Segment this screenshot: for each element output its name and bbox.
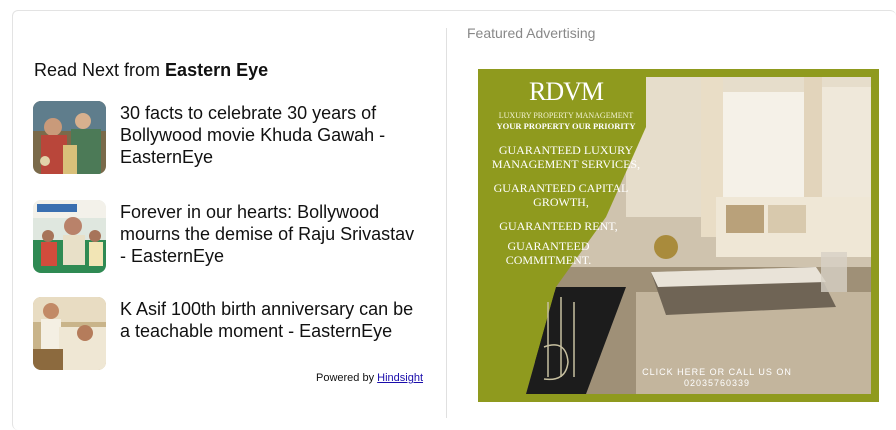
ad-slogan: YOUR PROPERTY OUR PRIORITY: [496, 121, 636, 131]
ad-tagline: LUXURY PROPERTY MANAGEMENT: [498, 111, 634, 120]
powered-by: Powered by Hindsight: [316, 372, 423, 384]
ad-image[interactable]: RDVM LUXURY PROPERTY MANAGEMENT YOUR PRO…: [486, 77, 871, 394]
ad-logo: RDVM: [528, 77, 604, 106]
read-next-heading: Read Next from Eastern Eye: [34, 60, 268, 81]
hindsight-link[interactable]: Hindsight: [377, 372, 423, 384]
column-divider: [446, 28, 447, 418]
article-item[interactable]: K Asif 100th birth anniversary can be a …: [33, 297, 433, 370]
read-next-brand: Eastern Eye: [165, 60, 269, 80]
article-title[interactable]: 30 facts to celebrate 30 years of Bollyw…: [120, 102, 420, 168]
ad-line: MANAGEMENT SERVICES,: [491, 157, 641, 171]
powered-by-prefix: Powered by: [316, 372, 378, 384]
ad-line: GUARANTEED CAPITAL: [493, 181, 629, 195]
ad-line: GUARANTEED: [507, 239, 590, 253]
advertisement-banner[interactable]: RDVM LUXURY PROPERTY MANAGEMENT YOUR PRO…: [478, 69, 879, 402]
article-thumbnail[interactable]: [33, 101, 106, 174]
featured-advertising-label: Featured Advertising: [467, 25, 596, 41]
article-item[interactable]: Forever in our hearts: Bollywood mourns …: [33, 200, 433, 273]
article-item[interactable]: 30 facts to celebrate 30 years of Bollyw…: [33, 101, 433, 174]
article-title[interactable]: K Asif 100th birth anniversary can be a …: [120, 298, 420, 342]
read-next-prefix: Read Next from: [34, 60, 166, 80]
article-title[interactable]: Forever in our hearts: Bollywood mourns …: [120, 201, 420, 267]
article-thumbnail[interactable]: [33, 200, 106, 273]
ad-phone-number: 02035760339: [683, 378, 751, 388]
ad-line: GROWTH,: [533, 195, 589, 209]
ad-call-to-action[interactable]: CLICK HERE OR CALL US ON 02035760339: [642, 367, 792, 389]
ad-line: GUARANTEED LUXURY: [498, 143, 634, 157]
ad-line: GUARANTEED RENT,: [499, 219, 618, 233]
ad-cta-line: CLICK HERE OR CALL US ON: [642, 367, 792, 377]
ad-line: COMMITMENT.: [505, 253, 592, 267]
article-thumbnail[interactable]: [33, 297, 106, 370]
